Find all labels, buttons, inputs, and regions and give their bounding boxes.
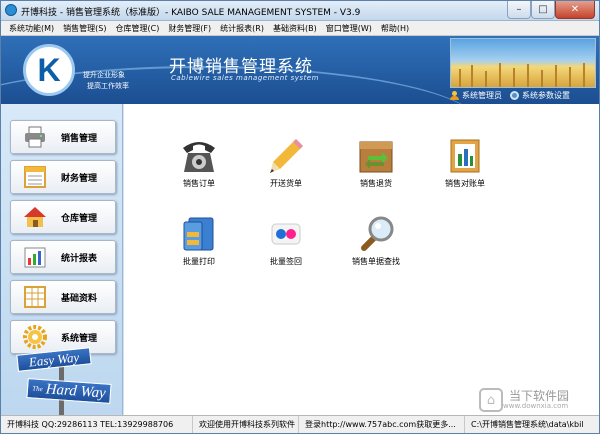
- company-logo: K: [23, 44, 75, 96]
- user-icon: [450, 91, 459, 100]
- sidebar-item-label: 财务管理: [61, 173, 98, 184]
- hard-way-sign: The Hard Way: [26, 378, 112, 404]
- menu-basic-data[interactable]: 基础资料(B): [273, 23, 317, 34]
- menu-window[interactable]: 窗口管理(W): [326, 23, 372, 34]
- site-watermark: ⌂ 当下软件园 www.downxia.com: [479, 387, 599, 413]
- magnifier-icon: [356, 214, 396, 254]
- function-panel: 销售订单 开送货单 销售退货 销售对账单 批量打印 批量签回 销售单据查找: [124, 104, 599, 415]
- the-label: The: [31, 384, 44, 394]
- app-icon: [5, 4, 17, 16]
- slogan-line-1: 提升企业形象: [83, 71, 125, 79]
- watermark-logo-icon: ⌂: [479, 388, 503, 412]
- grid-icon: [23, 285, 47, 309]
- close-button[interactable]: ✕: [555, 1, 595, 19]
- menu-bar: 系统功能(M) 销售管理(S) 仓库管理(C) 财务管理(F) 统计报表(R) …: [1, 21, 599, 36]
- sidebar-item-finance[interactable]: 财务管理: [10, 160, 116, 194]
- app-window: 开博科技 - 销售管理系统（标准版）- KAIBO SALE MANAGEMEN…: [0, 0, 600, 434]
- function-label: 销售订单: [183, 179, 215, 188]
- function-label: 销售退货: [360, 179, 392, 188]
- road-sign-graphic: Easy Way The Hard Way: [16, 347, 112, 415]
- menu-help[interactable]: 帮助(H): [381, 23, 409, 34]
- watermark-text: 当下软件园: [509, 389, 570, 403]
- title-bar[interactable]: 开博科技 - 销售管理系统（标准版）- KAIBO SALE MANAGEMEN…: [1, 1, 599, 21]
- function-delivery-note[interactable]: 开送货单: [249, 136, 323, 189]
- easy-way-sign: Easy Way: [16, 347, 92, 372]
- sidebar-item-warehouse[interactable]: 仓库管理: [10, 200, 116, 234]
- sidebar-item-reports[interactable]: 统计报表: [10, 240, 116, 274]
- watermark-url: www.downxia.com: [503, 402, 569, 410]
- menu-system[interactable]: 系统功能(M): [9, 23, 54, 34]
- user-bar: 系统管理员 系统参数设置: [450, 89, 596, 102]
- function-label: 批量签回: [270, 257, 302, 266]
- function-batch-signback[interactable]: 批量签回: [249, 214, 323, 267]
- printer-icon: [23, 125, 47, 149]
- ledger-icon: [23, 165, 47, 189]
- sidebar-item-sales[interactable]: 销售管理: [10, 120, 116, 154]
- status-welcome: 欢迎使用开博科技系列软件: [193, 416, 299, 433]
- function-label: 批量打印: [183, 257, 215, 266]
- folder-print-icon: [179, 214, 219, 254]
- sidebar-item-label: 系统管理: [61, 333, 98, 344]
- telephone-icon: [179, 136, 219, 176]
- status-login: 登录http://www.757abc.com获取更多...: [299, 416, 465, 433]
- sidebar-item-basic-data[interactable]: 基础资料: [10, 280, 116, 314]
- menu-warehouse[interactable]: 仓库管理(C): [115, 23, 159, 34]
- status-path: C:\开博销售管理系统\data\kbil: [471, 420, 584, 429]
- function-batch-print[interactable]: 批量打印: [162, 214, 236, 267]
- menu-finance[interactable]: 财务管理(F): [168, 23, 211, 34]
- slogan-line-2: 提高工作效率: [87, 82, 129, 90]
- header-banner: K 提升企业形象 提高工作效率 开博销售管理系统 Cablewire sales…: [1, 36, 599, 104]
- pencil-icon: [266, 136, 306, 176]
- settings-icon: [510, 91, 519, 100]
- sidebar-item-label: 仓库管理: [61, 213, 98, 224]
- wheat-field-image: [450, 38, 596, 88]
- status-company: 开博科技 QQ:29286113 TEL:13929988706: [1, 416, 193, 433]
- function-label: 开送货单: [270, 179, 302, 188]
- function-sales-return[interactable]: 销售退货: [339, 136, 413, 189]
- function-label: 销售对账单: [445, 179, 485, 188]
- maximize-button[interactable]: □: [531, 1, 555, 19]
- flickr-dots-icon: [266, 214, 306, 254]
- bar-chart-icon: [23, 245, 47, 269]
- current-user-link[interactable]: 系统管理员: [462, 90, 502, 101]
- window-title: 开博科技 - 销售管理系统（标准版）- KAIBO SALE MANAGEMEN…: [21, 8, 361, 18]
- status-bar: 开博科技 QQ:29286113 TEL:13929988706 欢迎使用开博科…: [1, 415, 599, 433]
- hard-way-label: Hard Way: [45, 380, 107, 402]
- menu-sales[interactable]: 销售管理(S): [63, 23, 106, 34]
- function-order-search[interactable]: 销售单据查找: [339, 214, 413, 267]
- statement-book-icon: [445, 136, 485, 176]
- sidebar-item-label: 基础资料: [61, 293, 98, 304]
- sidebar-item-label: 销售管理: [61, 133, 98, 144]
- gear-icon: [23, 325, 47, 349]
- warehouse-icon: [23, 205, 47, 229]
- system-settings-link[interactable]: 系统参数设置: [522, 90, 570, 101]
- minimize-button[interactable]: –: [507, 1, 531, 19]
- return-box-icon: [356, 136, 396, 176]
- menu-reports[interactable]: 统计报表(R): [220, 23, 264, 34]
- app-subtitle: Cablewire sales management system: [171, 74, 319, 82]
- function-label: 销售单据查找: [352, 257, 400, 266]
- sidebar: 销售管理 财务管理 仓库管理 统计报表 基础资料 系统管理 Easy Way T…: [1, 104, 123, 415]
- function-sales-order[interactable]: 销售订单: [162, 136, 236, 189]
- sidebar-item-label: 统计报表: [61, 253, 98, 264]
- function-sales-statement[interactable]: 销售对账单: [428, 136, 502, 189]
